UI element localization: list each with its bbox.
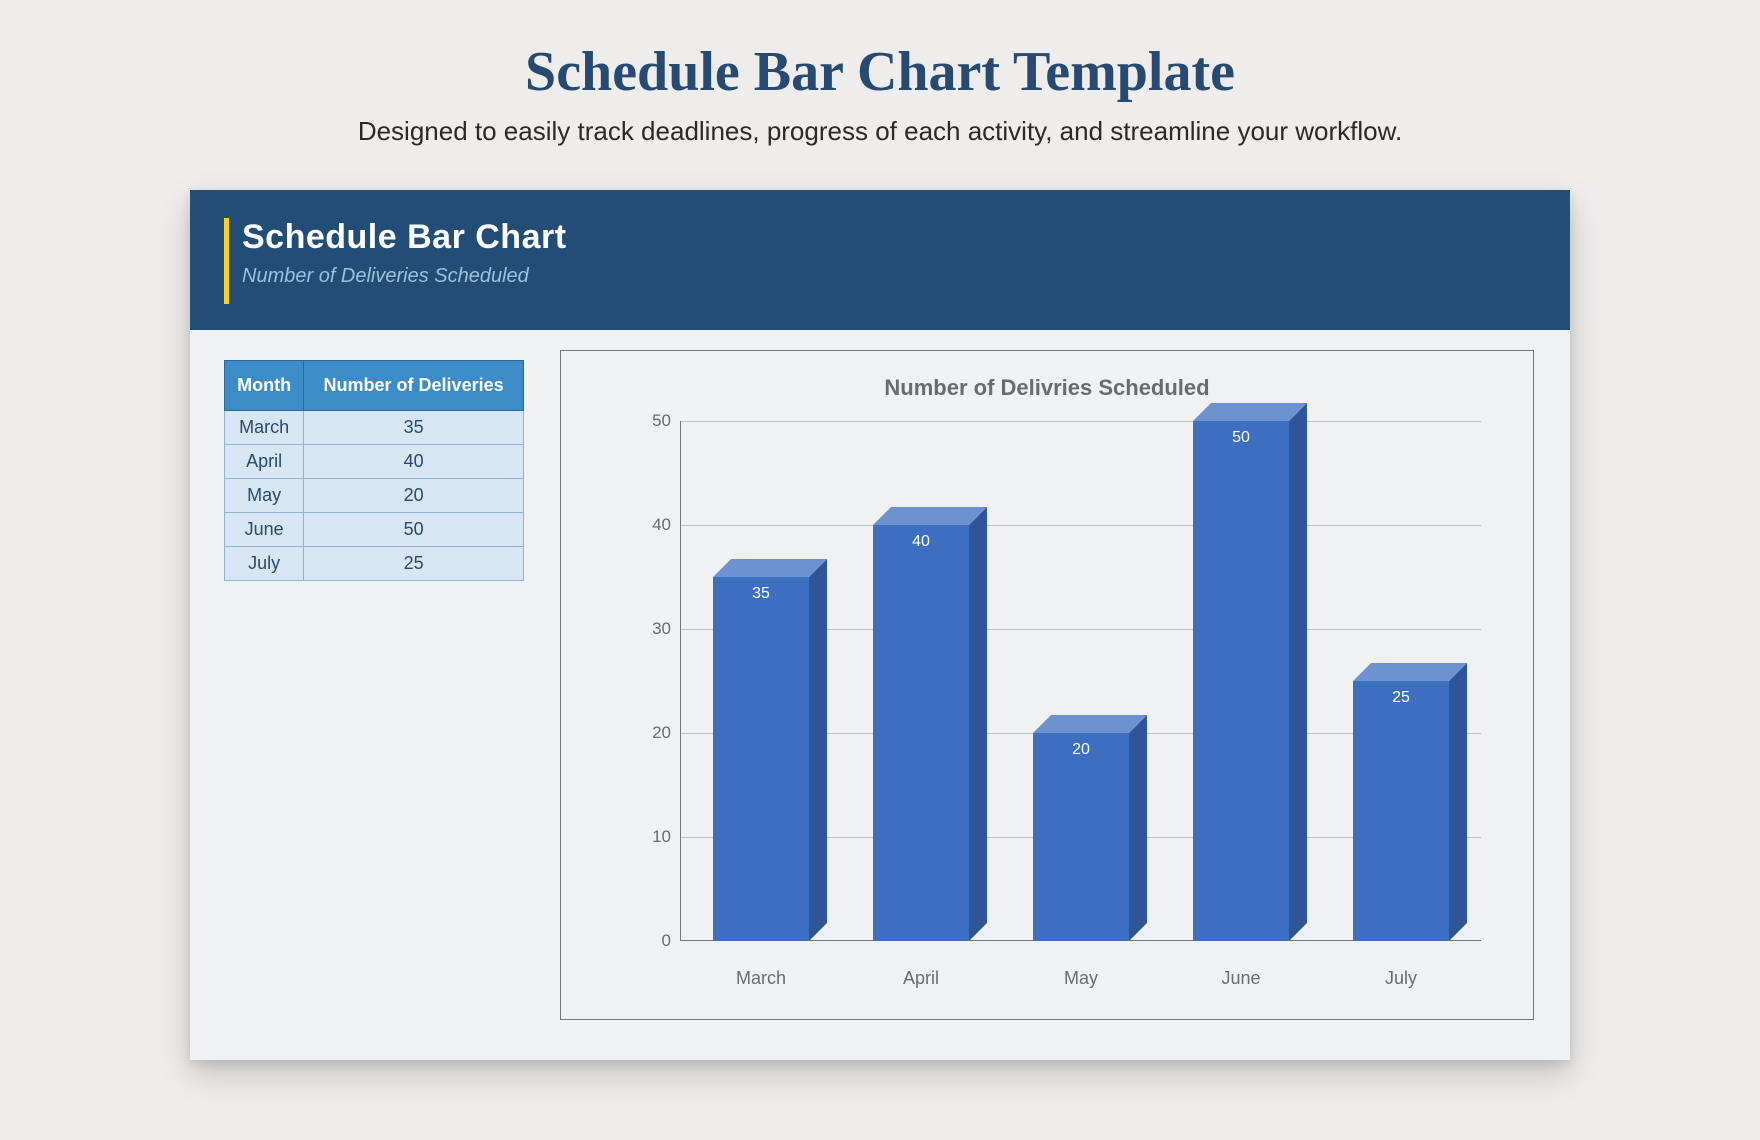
- plot-area: 35March40April20May50June25July: [681, 421, 1481, 941]
- bar-side: [969, 507, 987, 941]
- x-category-label: May: [1011, 968, 1151, 989]
- table-cell-month: May: [225, 479, 304, 513]
- bar: 25: [1353, 681, 1449, 941]
- bar-front: [1353, 681, 1449, 941]
- table-cell-value: 20: [304, 479, 524, 513]
- x-category-label: March: [691, 968, 831, 989]
- bar-value-label: 20: [1033, 741, 1129, 759]
- data-table: Month Number of Deliveries March35April4…: [224, 360, 524, 581]
- card-subtitle: Number of Deliveries Scheduled: [242, 265, 1536, 288]
- bar-top: [713, 559, 827, 577]
- table-header-value: Number of Deliveries: [304, 361, 524, 411]
- bar-top: [1033, 715, 1147, 733]
- bar-top: [1193, 403, 1307, 421]
- bar-value-label: 25: [1353, 689, 1449, 707]
- table-row: July25: [225, 547, 524, 581]
- bar: 50: [1193, 421, 1289, 941]
- bar: 40: [873, 525, 969, 941]
- bar-side: [809, 559, 827, 941]
- bar-front: [873, 525, 969, 941]
- table-cell-month: April: [225, 445, 304, 479]
- table-row: March35: [225, 411, 524, 445]
- y-tick-label: 10: [615, 827, 671, 847]
- gridline: [681, 525, 1481, 526]
- y-tick-label: 50: [615, 411, 671, 431]
- bar-side: [1449, 663, 1467, 941]
- table-row: June50: [225, 513, 524, 547]
- bar-front: [1193, 421, 1289, 941]
- table-cell-value: 40: [304, 445, 524, 479]
- table-cell-value: 25: [304, 547, 524, 581]
- y-tick-label: 20: [615, 723, 671, 743]
- bar-side: [1289, 403, 1307, 941]
- accent-bar: [224, 218, 229, 304]
- card-body: Month Number of Deliveries March35April4…: [190, 330, 1570, 1060]
- x-category-label: July: [1331, 968, 1471, 989]
- bar-value-label: 50: [1193, 429, 1289, 447]
- bar-value-label: 40: [873, 533, 969, 551]
- y-axis: 01020304050: [641, 421, 681, 941]
- bar-side: [1129, 715, 1147, 941]
- y-tick-label: 30: [615, 619, 671, 639]
- table-header-month: Month: [225, 361, 304, 411]
- y-tick-label: 40: [615, 515, 671, 535]
- page-subtitle: Designed to easily track deadlines, prog…: [0, 116, 1760, 147]
- bar-top: [873, 507, 987, 525]
- bar: 35: [713, 577, 809, 941]
- x-category-label: April: [851, 968, 991, 989]
- table-cell-month: March: [225, 411, 304, 445]
- y-tick-label: 0: [615, 931, 671, 951]
- bar-front: [1033, 733, 1129, 941]
- card-header: Schedule Bar Chart Number of Deliveries …: [190, 190, 1570, 330]
- chart-title: Number of Delivries Scheduled: [561, 375, 1533, 401]
- table-cell-month: June: [225, 513, 304, 547]
- table-row: May20: [225, 479, 524, 513]
- chart-panel: Number of Delivries Scheduled 0102030405…: [560, 350, 1534, 1020]
- table-cell-value: 50: [304, 513, 524, 547]
- bar-front: [713, 577, 809, 941]
- bar: 20: [1033, 733, 1129, 941]
- bar-top: [1353, 663, 1467, 681]
- template-card: Schedule Bar Chart Number of Deliveries …: [190, 190, 1570, 1060]
- bar-value-label: 35: [713, 585, 809, 603]
- table-cell-month: July: [225, 547, 304, 581]
- page-title: Schedule Bar Chart Template: [0, 0, 1760, 104]
- table-row: April40: [225, 445, 524, 479]
- gridline: [681, 421, 1481, 422]
- card-title: Schedule Bar Chart: [242, 218, 1536, 257]
- table-cell-value: 35: [304, 411, 524, 445]
- x-category-label: June: [1171, 968, 1311, 989]
- chart-plot: 01020304050 35March40April20May50June25J…: [641, 421, 1481, 941]
